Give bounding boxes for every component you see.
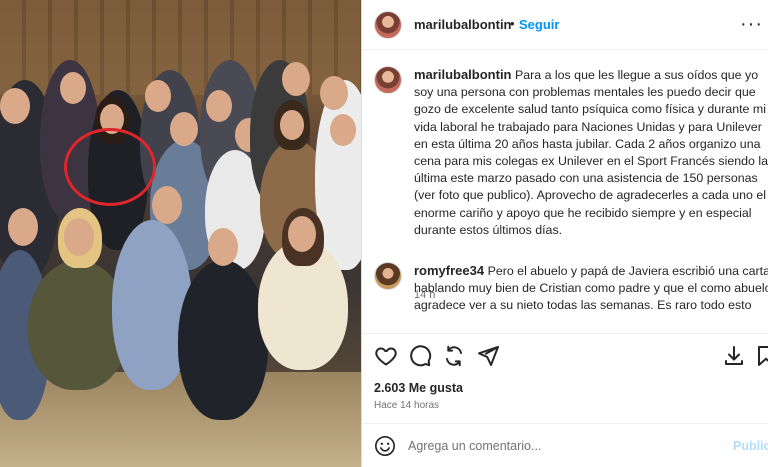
post-time: Hace 14 horas — [374, 400, 440, 411]
send-icon[interactable] — [476, 344, 500, 368]
publish-button[interactable]: Publicar — [733, 439, 768, 453]
emoji-icon[interactable] — [374, 435, 396, 457]
actions-divider — [362, 333, 768, 334]
photo-floor — [0, 372, 361, 467]
post-header: marilubalbontin • Seguir ··· — [362, 0, 768, 50]
author-avatar[interactable] — [374, 11, 402, 39]
comment-body: romyfree34 Pero el abuelo y papá de Javi… — [414, 262, 768, 315]
caption-author-avatar[interactable] — [374, 66, 402, 94]
caption-username[interactable]: marilubalbontin — [414, 67, 512, 82]
action-bar — [362, 340, 768, 374]
commenter-avatar[interactable] — [374, 262, 402, 290]
heart-icon[interactable] — [374, 344, 398, 368]
repost-icon[interactable] — [442, 344, 466, 368]
more-options-icon[interactable]: ··· — [740, 13, 763, 36]
caption-body: marilubalbontin Para a los que les llegu… — [414, 66, 768, 239]
save-icon[interactable] — [754, 344, 768, 368]
post-details-pane: marilubalbontin • Seguir ··· marilubalbo… — [362, 0, 768, 467]
author-username[interactable]: marilubalbontin — [414, 17, 512, 32]
comment-icon[interactable] — [408, 344, 432, 368]
download-icon[interactable] — [722, 344, 746, 368]
add-comment-bar: Publicar — [362, 423, 768, 467]
commenter-username[interactable]: romyfree34 — [414, 263, 484, 278]
post-photo[interactable] — [0, 0, 361, 467]
like-count[interactable]: 2.603 Me gusta — [374, 381, 463, 395]
caption-text: Para a los que les llegue a sus oídos qu… — [414, 68, 768, 237]
highlight-circle — [64, 128, 156, 206]
comment-input[interactable] — [408, 434, 708, 458]
follow-button[interactable]: Seguir — [519, 17, 559, 32]
separator-dot: • — [510, 16, 515, 31]
